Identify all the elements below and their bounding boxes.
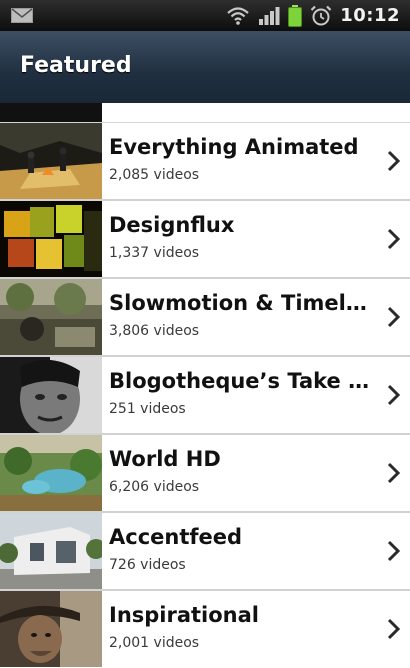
channel-thumbnail <box>0 357 102 433</box>
channel-thumbnail <box>0 513 102 589</box>
chevron-right-icon <box>387 228 401 250</box>
channel-title: Slowmotion & Timelap… <box>109 291 379 315</box>
list-item[interactable]: World HD 6,206 videos <box>0 435 410 513</box>
channel-title: Designflux <box>109 213 235 237</box>
video-count: 251 videos <box>109 401 186 417</box>
status-time: 10:12 <box>340 5 400 26</box>
signal-icon <box>259 6 280 25</box>
chevron-right-icon <box>387 306 401 328</box>
video-count: 6,206 videos <box>109 479 200 495</box>
channel-thumbnail <box>0 103 102 122</box>
list-item[interactable]: Blogotheque’s Take A… 251 videos <box>0 357 410 435</box>
chevron-right-icon <box>387 540 401 562</box>
video-count: 2,001 videos <box>109 635 200 651</box>
video-count: 2,085 videos <box>109 167 200 183</box>
battery-icon <box>288 4 303 27</box>
list-item[interactable]: Slowmotion & Timelap… 3,806 videos <box>0 279 410 357</box>
chevron-right-icon <box>387 150 401 172</box>
channel-title: Inspirational <box>109 603 260 627</box>
channel-thumbnail <box>0 591 102 667</box>
chevron-right-icon <box>387 462 401 484</box>
channel-thumbnail <box>0 279 102 355</box>
channel-title: World HD <box>109 447 221 471</box>
channel-thumbnail <box>0 435 102 511</box>
mail-icon <box>11 8 33 23</box>
video-count: 3,806 videos <box>109 323 200 339</box>
app-header: Featured <box>0 31 410 104</box>
video-count: 1,337 videos <box>109 245 200 261</box>
channel-title: Blogotheque’s Take A… <box>109 369 379 393</box>
list-item[interactable]: Accentfeed 726 videos <box>0 513 410 591</box>
partial-list-item <box>0 103 410 123</box>
screen: 10:12 Featured Everything Animated 2,085… <box>0 0 410 668</box>
page-title: Featured <box>20 53 132 78</box>
wifi-icon <box>227 6 249 25</box>
chevron-right-icon <box>387 384 401 406</box>
list-item[interactable]: Everything Animated 2,085 videos <box>0 123 410 201</box>
alarm-icon <box>310 5 332 25</box>
channel-title: Everything Animated <box>109 135 359 159</box>
channel-thumbnail <box>0 123 102 199</box>
channel-title: Accentfeed <box>109 525 243 549</box>
channel-thumbnail <box>0 201 102 277</box>
channel-list[interactable]: Everything Animated 2,085 videos Designf… <box>0 103 410 668</box>
list-item[interactable]: Designflux 1,337 videos <box>0 201 410 279</box>
status-bar: 10:12 <box>0 0 410 31</box>
video-count: 726 videos <box>109 557 186 573</box>
chevron-right-icon <box>387 618 401 640</box>
list-item[interactable]: Inspirational 2,001 videos <box>0 591 410 667</box>
